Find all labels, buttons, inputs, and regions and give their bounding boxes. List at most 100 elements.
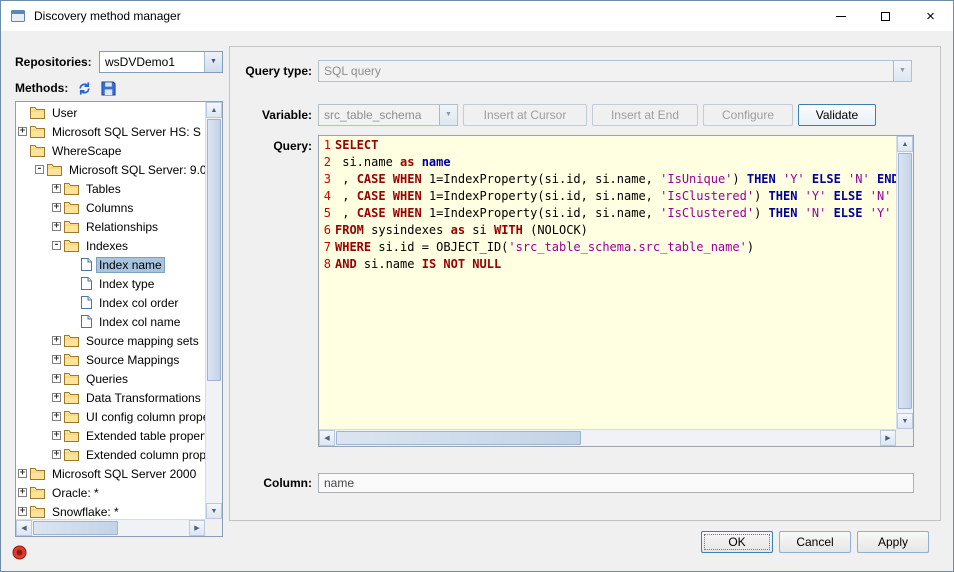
code-line: AND si.name IS NOT NULL bbox=[335, 256, 896, 273]
tree-item[interactable]: -Indexes bbox=[16, 236, 205, 255]
expand-icon[interactable]: + bbox=[52, 184, 61, 193]
tree-item[interactable]: +Oracle: * bbox=[16, 483, 205, 502]
tree-item[interactable]: Index col name bbox=[16, 312, 205, 331]
methods-label: Methods: bbox=[15, 81, 68, 95]
repositories-label: Repositories: bbox=[15, 51, 99, 73]
close-button[interactable]: × bbox=[908, 1, 953, 31]
editor-hscroll-thumb[interactable] bbox=[336, 431, 581, 445]
line-number: 5 bbox=[319, 205, 331, 222]
expand-icon[interactable]: + bbox=[18, 469, 27, 478]
expand-icon[interactable]: + bbox=[52, 336, 61, 345]
expand-icon[interactable]: + bbox=[18, 127, 27, 136]
title-bar[interactable]: Discovery method manager × bbox=[1, 1, 953, 31]
query-label: Query: bbox=[230, 135, 312, 157]
tree-item[interactable]: Index name bbox=[16, 255, 205, 274]
tree-horizontal-scrollbar[interactable]: ◀ ▶ bbox=[16, 519, 205, 536]
tree-item[interactable]: + Microsoft SQL Server 2000 bbox=[16, 464, 205, 483]
refresh-icon[interactable] bbox=[77, 81, 92, 96]
app-icon bbox=[10, 8, 26, 24]
scroll-right-icon[interactable]: ▶ bbox=[189, 520, 205, 536]
tree-item-label: Index name bbox=[96, 257, 165, 273]
minimize-button[interactable] bbox=[818, 1, 863, 31]
expand-icon[interactable]: + bbox=[52, 431, 61, 440]
expand-icon[interactable]: + bbox=[52, 412, 61, 421]
editor-vertical-scrollbar[interactable]: ▲ ▼ bbox=[896, 136, 913, 429]
folder-icon bbox=[64, 220, 79, 233]
expand-icon[interactable]: + bbox=[52, 355, 61, 364]
ok-button[interactable]: OK bbox=[701, 531, 773, 553]
collapse-icon[interactable]: - bbox=[52, 241, 61, 250]
query-type-label: Query type: bbox=[230, 60, 312, 82]
folder-icon bbox=[64, 448, 79, 461]
tree-item[interactable]: + Microsoft SQL Server HS: S bbox=[16, 122, 205, 141]
expand-icon[interactable]: + bbox=[52, 203, 61, 212]
document-icon bbox=[81, 258, 92, 271]
expand-icon[interactable]: + bbox=[52, 450, 61, 459]
tree-item[interactable]: +Relationships bbox=[16, 217, 205, 236]
tree-item[interactable]: +Columns bbox=[16, 198, 205, 217]
document-icon bbox=[81, 296, 92, 309]
folder-icon bbox=[64, 410, 79, 423]
scrollbar-corner bbox=[205, 519, 222, 536]
tree-item[interactable]: +Queries bbox=[16, 369, 205, 388]
tree-item[interactable]: User bbox=[16, 103, 205, 122]
cancel-button[interactable]: Cancel bbox=[779, 531, 851, 553]
variable-label: Variable: bbox=[230, 104, 312, 126]
query-type-value: SQL query bbox=[324, 64, 381, 78]
line-number-gutter: 12345678 bbox=[319, 136, 335, 429]
expand-icon[interactable]: + bbox=[18, 488, 27, 497]
tree-item[interactable]: WhereScape bbox=[16, 141, 205, 160]
editor-horizontal-scrollbar[interactable]: ◀ ▶ bbox=[319, 429, 896, 446]
tree-item[interactable]: Index col order bbox=[16, 293, 205, 312]
query-editor[interactable]: 12345678 SELECT si.name as name , CASE W… bbox=[319, 136, 896, 429]
column-input[interactable]: name bbox=[318, 473, 914, 493]
document-icon bbox=[81, 277, 92, 290]
column-label: Column: bbox=[230, 472, 312, 494]
tree-item-label: Microsoft SQL Server HS: S bbox=[49, 124, 204, 140]
scroll-up-icon[interactable]: ▲ bbox=[897, 136, 913, 152]
scroll-left-icon[interactable]: ◀ bbox=[319, 430, 335, 446]
tree-item[interactable]: +Snowflake: * bbox=[16, 502, 205, 519]
tree-item-label: Microsoft SQL Server 2000 bbox=[49, 466, 199, 482]
tree-item-label: WhereScape bbox=[49, 143, 124, 159]
save-icon[interactable] bbox=[101, 81, 116, 96]
line-number: 6 bbox=[319, 222, 331, 239]
folder-icon bbox=[64, 429, 79, 442]
line-number: 7 bbox=[319, 239, 331, 256]
folder-icon bbox=[64, 372, 79, 385]
tree-item[interactable]: -Microsoft SQL Server: 9.0 - bbox=[16, 160, 205, 179]
validate-button[interactable]: Validate bbox=[798, 104, 876, 126]
tree-item[interactable]: +Extended table propert bbox=[16, 426, 205, 445]
tree-hscroll-thumb[interactable] bbox=[33, 521, 118, 535]
tree-item[interactable]: +Source mapping sets bbox=[16, 331, 205, 350]
scroll-right-icon[interactable]: ▶ bbox=[880, 430, 896, 446]
tree-item[interactable]: Index type bbox=[16, 274, 205, 293]
close-icon: × bbox=[926, 9, 935, 24]
editor-vscroll-thumb[interactable] bbox=[898, 153, 912, 409]
scroll-down-icon[interactable]: ▼ bbox=[897, 413, 913, 429]
expand-icon[interactable]: + bbox=[52, 222, 61, 231]
scroll-up-icon[interactable]: ▲ bbox=[206, 102, 222, 118]
code-line: , CASE WHEN 1=IndexProperty(si.id, si.na… bbox=[335, 171, 896, 188]
maximize-button[interactable] bbox=[863, 1, 908, 31]
tree-item[interactable]: +Source Mappings bbox=[16, 350, 205, 369]
repository-select[interactable]: wsDVDemo1 ▼ bbox=[99, 51, 223, 73]
methods-row: Methods: bbox=[15, 78, 116, 98]
tree-item[interactable]: +UI config column prope bbox=[16, 407, 205, 426]
tree-vertical-scrollbar[interactable]: ▲ ▼ bbox=[205, 102, 222, 519]
tree-item[interactable]: +Data Transformations bbox=[16, 388, 205, 407]
tree-item[interactable]: +Tables bbox=[16, 179, 205, 198]
insert-at-end-button: Insert at End bbox=[592, 104, 698, 126]
expand-icon[interactable]: + bbox=[18, 507, 27, 516]
tree-item[interactable]: +Extended column prop bbox=[16, 445, 205, 464]
apply-button[interactable]: Apply bbox=[857, 531, 929, 553]
scroll-down-icon[interactable]: ▼ bbox=[206, 503, 222, 519]
chevron-down-icon[interactable]: ▼ bbox=[204, 52, 222, 72]
collapse-icon[interactable]: - bbox=[35, 165, 44, 174]
scroll-left-icon[interactable]: ◀ bbox=[16, 520, 32, 536]
method-tree[interactable]: User + Microsoft SQL Server HS: S WhereScap… bbox=[15, 101, 223, 537]
line-number: 4 bbox=[319, 188, 331, 205]
expand-icon[interactable]: + bbox=[52, 393, 61, 402]
expand-icon[interactable]: + bbox=[52, 374, 61, 383]
tree-vscroll-thumb[interactable] bbox=[207, 119, 221, 381]
